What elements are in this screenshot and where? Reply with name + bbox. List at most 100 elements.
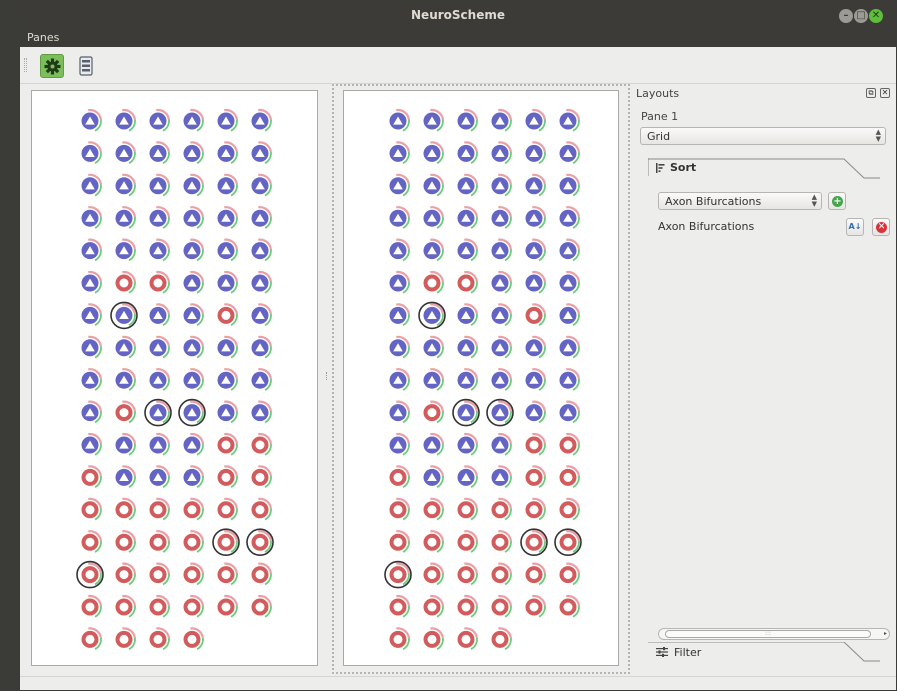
- neuron-glyph[interactable]: [525, 562, 546, 586]
- neuron-glyph[interactable]: [389, 530, 410, 553]
- neuron-glyph[interactable]: [423, 497, 444, 521]
- neuron-glyph[interactable]: [389, 368, 410, 391]
- neuron-glyph[interactable]: [183, 173, 204, 197]
- neuron-glyph[interactable]: [457, 173, 478, 197]
- neuron-glyph[interactable]: [389, 465, 410, 489]
- neuron-glyph[interactable]: [217, 594, 238, 618]
- neuron-glyph[interactable]: [183, 238, 204, 262]
- neuron-glyph[interactable]: [217, 206, 238, 229]
- neuron-glyph[interactable]: [81, 627, 102, 651]
- neuron-glyph[interactable]: [457, 270, 478, 294]
- neuron-glyph[interactable]: [423, 627, 444, 651]
- maximize-button[interactable]: □: [854, 9, 868, 23]
- toolbar-grip[interactable]: [24, 58, 27, 72]
- neuron-glyph[interactable]: [423, 562, 444, 586]
- neuron-glyph[interactable]: [491, 497, 512, 521]
- neuron-glyph[interactable]: [183, 627, 204, 651]
- neuron-glyph[interactable]: [183, 530, 204, 553]
- neuron-glyph[interactable]: [251, 141, 272, 165]
- neuron-glyph[interactable]: [559, 368, 580, 391]
- neuron-glyph[interactable]: [149, 368, 170, 391]
- neuron-grid-left[interactable]: [32, 91, 317, 665]
- neuron-glyph[interactable]: [217, 173, 238, 197]
- neuron-glyph[interactable]: [149, 562, 170, 586]
- neuron-glyph[interactable]: [389, 206, 410, 229]
- neuron-glyph[interactable]: [491, 432, 512, 456]
- neuron-glyph[interactable]: [559, 335, 580, 359]
- neuron-glyph[interactable]: [491, 141, 512, 165]
- neuron-glyph[interactable]: [457, 335, 478, 359]
- neuron-glyph[interactable]: [115, 141, 136, 165]
- close-button[interactable]: ✕: [869, 9, 883, 23]
- neuron-glyph[interactable]: [251, 270, 272, 294]
- neuron-glyph[interactable]: [81, 432, 102, 456]
- neuron-glyph[interactable]: [183, 465, 204, 489]
- neuron-glyph[interactable]: [457, 627, 478, 651]
- neuron-glyph[interactable]: [81, 497, 102, 521]
- neuron-glyph[interactable]: [418, 301, 446, 330]
- neuron-glyph[interactable]: [217, 562, 238, 586]
- neuron-glyph[interactable]: [525, 335, 546, 359]
- neuron-glyph[interactable]: [525, 141, 546, 165]
- neuron-glyph[interactable]: [217, 465, 238, 489]
- neuron-glyph[interactable]: [559, 594, 580, 618]
- neuron-glyph[interactable]: [251, 173, 272, 197]
- neuron-glyph[interactable]: [251, 368, 272, 391]
- neuron-glyph[interactable]: [81, 594, 102, 618]
- remove-sort-button[interactable]: ✕: [872, 218, 890, 236]
- neuron-glyph[interactable]: [491, 368, 512, 391]
- neuron-glyph[interactable]: [217, 238, 238, 262]
- neuron-glyph[interactable]: [423, 270, 444, 294]
- neuron-glyph[interactable]: [251, 497, 272, 521]
- neuron-glyph[interactable]: [457, 562, 478, 586]
- neuron-glyph[interactable]: [423, 335, 444, 359]
- neuron-glyph[interactable]: [525, 432, 546, 456]
- neuron-glyph[interactable]: [251, 335, 272, 359]
- neuron-glyph[interactable]: [491, 173, 512, 197]
- neuron-glyph[interactable]: [217, 108, 238, 132]
- neuron-glyph[interactable]: [491, 108, 512, 132]
- neuron-glyph[interactable]: [144, 398, 172, 427]
- neuron-glyph[interactable]: [423, 206, 444, 229]
- neuron-glyph[interactable]: [491, 238, 512, 262]
- neuron-glyph[interactable]: [423, 141, 444, 165]
- neuron-glyph[interactable]: [81, 206, 102, 229]
- neuron-glyph[interactable]: [183, 368, 204, 391]
- neuron-glyph[interactable]: [457, 368, 478, 391]
- neuron-glyph[interactable]: [559, 432, 580, 456]
- neuron-glyph[interactable]: [217, 335, 238, 359]
- neuron-glyph[interactable]: [559, 238, 580, 262]
- neuron-glyph[interactable]: [217, 400, 238, 424]
- neuron-glyph[interactable]: [183, 594, 204, 618]
- neuron-glyph[interactable]: [423, 238, 444, 262]
- neuron-glyph[interactable]: [251, 108, 272, 132]
- settings-button[interactable]: [40, 54, 64, 78]
- neuron-glyph[interactable]: [389, 400, 410, 424]
- neuron-glyph[interactable]: [389, 238, 410, 262]
- neuron-glyph[interactable]: [149, 173, 170, 197]
- layout-select[interactable]: Grid ▲ ▼: [640, 127, 886, 145]
- neuron-glyph[interactable]: [457, 303, 478, 327]
- neuron-glyph[interactable]: [525, 465, 546, 489]
- neuron-glyph[interactable]: [491, 335, 512, 359]
- neuron-glyph[interactable]: [251, 400, 272, 424]
- neuron-glyph[interactable]: [81, 173, 102, 197]
- neuron-grid-right[interactable]: [344, 91, 618, 665]
- neuron-glyph[interactable]: [559, 497, 580, 521]
- neuron-glyph[interactable]: [115, 562, 136, 586]
- neuron-glyph[interactable]: [389, 594, 410, 618]
- neuron-glyph[interactable]: [525, 368, 546, 391]
- neuron-glyph[interactable]: [149, 432, 170, 456]
- neuron-glyph[interactable]: [251, 432, 272, 456]
- neuron-glyph[interactable]: [217, 270, 238, 294]
- neuron-glyph[interactable]: [525, 173, 546, 197]
- neuron-glyph[interactable]: [115, 530, 136, 553]
- neuron-glyph[interactable]: [217, 141, 238, 165]
- neuron-glyph[interactable]: [115, 627, 136, 651]
- neuron-glyph[interactable]: [183, 562, 204, 586]
- neuron-glyph[interactable]: [115, 238, 136, 262]
- neuron-glyph[interactable]: [115, 173, 136, 197]
- neuron-glyph[interactable]: [423, 594, 444, 618]
- neuron-glyph[interactable]: [525, 206, 546, 229]
- neuron-glyph[interactable]: [183, 432, 204, 456]
